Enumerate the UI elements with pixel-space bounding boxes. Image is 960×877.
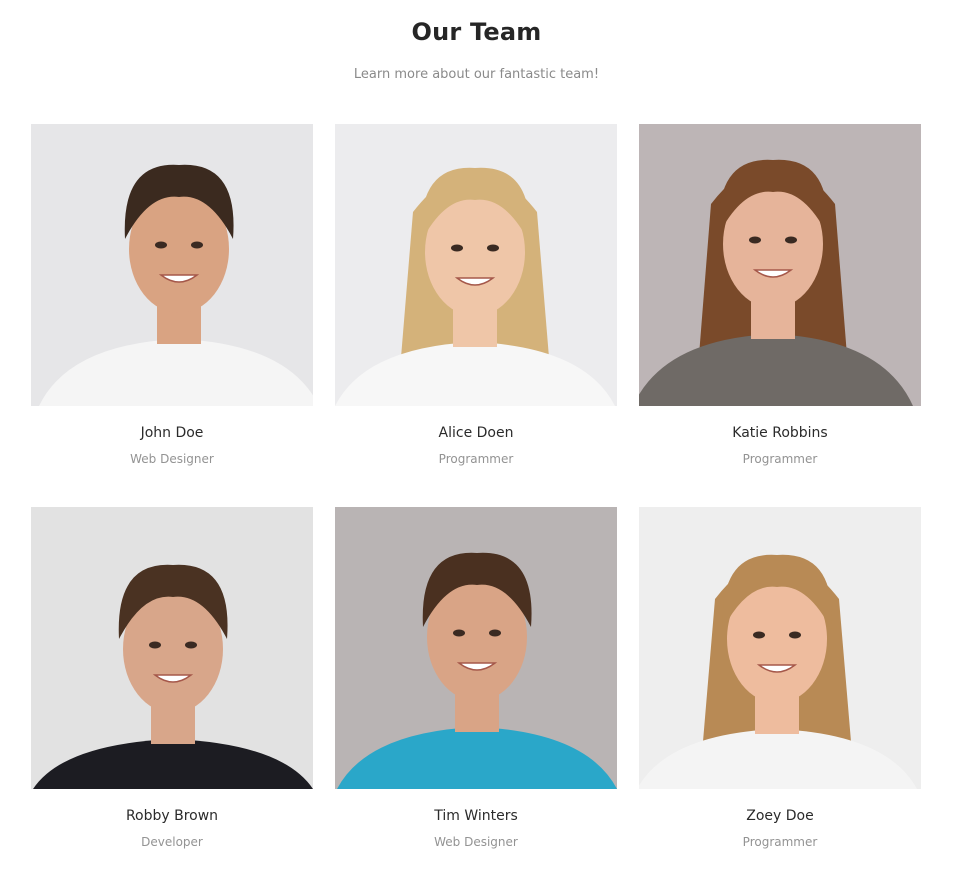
portrait-woman-long-brown-hair-grey-top: [639, 124, 921, 406]
portrait-illustration: [335, 124, 617, 406]
portrait-man-short-dark-hair-white-shirt: [31, 124, 313, 406]
member-name: Katie Robbins: [732, 425, 828, 441]
member-name: John Doe: [140, 425, 204, 441]
portrait-woman-blonde-hair-white-shirt: [335, 124, 617, 406]
member-name: Alice Doen: [438, 425, 514, 441]
member-name: Tim Winters: [434, 808, 518, 824]
team-member-card: John Doe Web Designer: [31, 124, 313, 466]
member-name: Zoey Doe: [746, 808, 814, 824]
member-role: Programmer: [742, 452, 818, 466]
portrait-illustration: [335, 507, 617, 789]
team-member-card: Katie Robbins Programmer: [639, 124, 921, 466]
member-role: Web Designer: [130, 452, 214, 466]
portrait-man-wavy-hair-black-turtleneck: [31, 507, 313, 789]
team-member-card: Alice Doen Programmer: [335, 124, 617, 466]
member-name: Robby Brown: [125, 808, 219, 824]
team-member-card: Zoey Doe Programmer: [639, 507, 921, 849]
page-subtitle: Learn more about our fantastic team!: [353, 67, 600, 82]
portrait-man-short-hair-blue-tshirt: [335, 507, 617, 789]
team-grid: John Doe Web Designer Alice Doen Program…: [31, 124, 923, 849]
portrait-illustration: [639, 507, 921, 789]
team-member-card: Robby Brown Developer: [31, 507, 313, 849]
portrait-illustration: [639, 124, 921, 406]
portrait-illustration: [31, 507, 313, 789]
member-role: Programmer: [742, 835, 818, 849]
member-role: Programmer: [438, 452, 514, 466]
portrait-illustration: [31, 124, 313, 406]
member-role: Developer: [141, 835, 203, 849]
member-role: Web Designer: [434, 835, 518, 849]
page-title: Our Team: [411, 18, 542, 46]
team-member-card: Tim Winters Web Designer: [335, 507, 617, 849]
portrait-woman-long-blonde-hair-white-top: [639, 507, 921, 789]
